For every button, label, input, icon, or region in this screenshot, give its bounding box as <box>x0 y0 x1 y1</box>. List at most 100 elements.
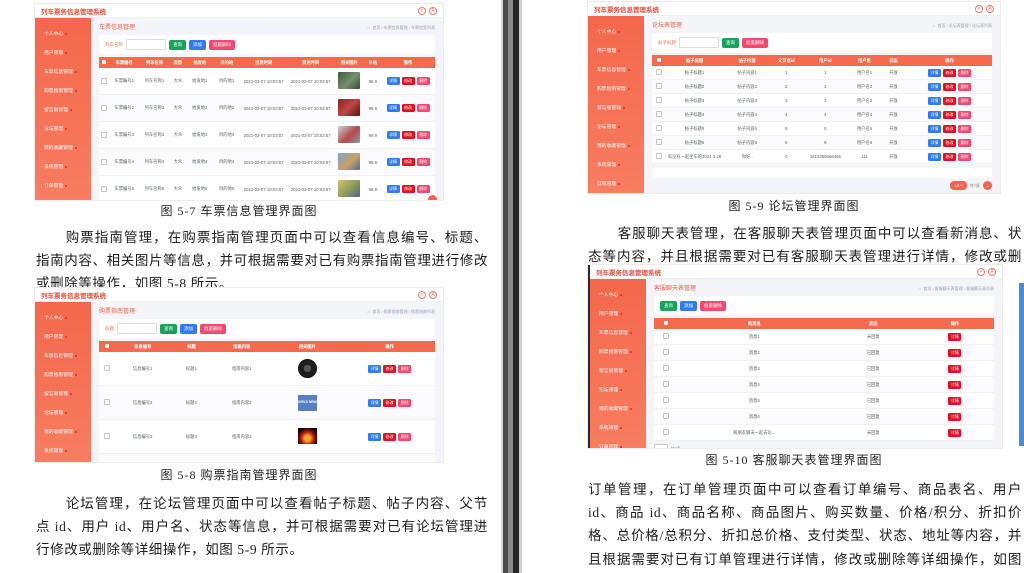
sidebar-item[interactable]: 留言板管理 <box>35 385 91 404</box>
sidebar-item[interactable]: 论坛管理 <box>590 381 646 400</box>
action-button[interactable]: 修改 <box>383 432 397 441</box>
action-button[interactable]: 详情 <box>948 428 962 437</box>
action-button[interactable]: 修改 <box>401 158 415 166</box>
search-input[interactable] <box>679 37 719 48</box>
sidebar-item[interactable]: 我的收藏管理 <box>588 137 644 156</box>
add-button[interactable]: 添加 <box>680 300 697 311</box>
user-icon[interactable]: A <box>986 4 994 13</box>
action-button[interactable]: 详情 <box>368 398 382 407</box>
row-checkbox[interactable] <box>101 158 108 165</box>
sidebar-item[interactable]: 购票指南管理 <box>35 82 91 101</box>
row-checkbox[interactable] <box>101 77 108 84</box>
sidebar-item[interactable]: 系统管理 <box>35 158 91 177</box>
action-button[interactable]: 删除 <box>957 68 971 77</box>
action-button[interactable]: 详情 <box>948 380 962 389</box>
action-button[interactable]: 详情 <box>927 82 941 91</box>
row-checkbox[interactable] <box>662 333 669 339</box>
sidebar-item[interactable]: 用户管理 <box>35 44 91 63</box>
action-button[interactable]: 详情 <box>927 124 941 133</box>
user-icon[interactable]: A <box>429 6 437 15</box>
action-button[interactable]: 详情 <box>386 77 400 85</box>
row-checkbox[interactable] <box>662 381 669 387</box>
action-button[interactable]: 删除 <box>398 364 412 373</box>
action-button[interactable]: 修改 <box>383 364 397 373</box>
select-all-checkbox[interactable] <box>663 321 668 325</box>
sidebar-item[interactable]: 订单管理 <box>588 175 644 193</box>
select-all-checkbox[interactable] <box>105 344 110 348</box>
sidebar-item[interactable]: 车票信息管理 <box>35 63 91 82</box>
sidebar-item[interactable]: 用户管理 <box>590 305 646 324</box>
action-button[interactable]: 修改 <box>401 185 415 193</box>
sidebar-item[interactable]: 系统管理 <box>590 419 646 438</box>
search-button[interactable]: 查询 <box>160 323 177 334</box>
action-button[interactable]: 删除 <box>398 432 412 441</box>
action-button[interactable]: 修改 <box>942 124 956 133</box>
action-button[interactable]: 修改 <box>383 398 397 407</box>
add-button[interactable]: 添加 <box>180 323 197 334</box>
row-checkbox[interactable] <box>101 185 108 192</box>
action-button[interactable]: 详情 <box>386 185 400 193</box>
sidebar-item[interactable]: 我的收藏管理 <box>35 139 91 158</box>
search-button[interactable]: 查询 <box>722 37 739 48</box>
batch-delete-button[interactable]: 批量删除 <box>700 300 726 311</box>
action-button[interactable]: 详情 <box>927 152 941 161</box>
row-checkbox[interactable] <box>655 69 662 75</box>
sidebar-item[interactable]: 个人中心 <box>590 286 646 305</box>
sidebar-item[interactable]: 车票信息管理 <box>588 61 644 80</box>
sidebar-item[interactable]: 我的收藏管理 <box>35 423 91 442</box>
row-checkbox[interactable] <box>655 139 662 145</box>
current-page[interactable]: 1 <box>983 181 992 190</box>
row-checkbox[interactable] <box>662 349 669 355</box>
row-checkbox[interactable] <box>104 433 111 439</box>
sidebar-item[interactable]: 留言板管理 <box>590 362 646 381</box>
action-button[interactable]: 删除 <box>957 124 971 133</box>
sidebar-item[interactable]: 车票信息管理 <box>590 324 646 343</box>
row-checkbox[interactable] <box>655 125 662 131</box>
action-button[interactable]: 修改 <box>942 110 956 119</box>
action-button[interactable]: 删除 <box>957 138 971 147</box>
action-button[interactable]: 修改 <box>401 104 415 112</box>
row-checkbox[interactable] <box>662 429 669 435</box>
batch-delete-button[interactable]: 批量删除 <box>200 323 226 334</box>
sidebar-item[interactable]: 我的收藏管理 <box>590 400 646 419</box>
action-button[interactable]: 修改 <box>942 82 956 91</box>
action-button[interactable]: 详情 <box>948 412 962 421</box>
action-button[interactable]: 删除 <box>416 77 430 85</box>
row-checkbox[interactable] <box>655 153 662 159</box>
action-button[interactable]: 修改 <box>942 68 956 77</box>
row-checkbox[interactable] <box>655 97 662 103</box>
batch-delete-button[interactable]: 批量删除 <box>209 39 235 50</box>
action-button[interactable]: 修改 <box>942 96 956 105</box>
sidebar-item[interactable]: 个人中心 <box>35 25 91 44</box>
search-button[interactable]: 查询 <box>660 300 677 311</box>
action-button[interactable]: 删除 <box>957 152 971 161</box>
action-button[interactable]: 详情 <box>948 332 962 341</box>
close-icon[interactable]: × <box>977 267 985 276</box>
action-button[interactable]: 删除 <box>416 131 430 139</box>
sidebar-item[interactable]: 个人中心 <box>588 23 644 42</box>
sidebar-item[interactable]: 购票指南管理 <box>588 80 644 99</box>
search-input[interactable] <box>126 39 166 50</box>
page-size-select[interactable]: 10 ▾ <box>950 181 967 190</box>
action-button[interactable]: 详情 <box>386 158 400 166</box>
action-button[interactable]: 详情 <box>927 138 941 147</box>
batch-delete-button[interactable]: 批量删除 <box>742 37 768 48</box>
action-button[interactable]: 详情 <box>386 131 400 139</box>
action-button[interactable]: 删除 <box>957 82 971 91</box>
sidebar-item[interactable]: 购票指南管理 <box>35 366 91 385</box>
sidebar-item[interactable]: 车票信息管理 <box>35 347 91 366</box>
row-checkbox[interactable] <box>104 365 111 371</box>
action-button[interactable]: 删除 <box>398 398 412 407</box>
action-button[interactable]: 删除 <box>957 96 971 105</box>
action-button[interactable]: 详情 <box>368 364 382 373</box>
action-button[interactable]: 详情 <box>948 364 962 373</box>
action-button[interactable]: 详情 <box>948 348 962 357</box>
search-button[interactable]: 查询 <box>169 39 186 50</box>
row-checkbox[interactable] <box>104 399 111 405</box>
page-size-select[interactable]: 10 ▾ <box>654 444 668 448</box>
user-icon[interactable]: A <box>988 267 996 276</box>
select-all-checkbox[interactable] <box>102 60 107 64</box>
action-button[interactable]: 详情 <box>368 432 382 441</box>
sidebar-item[interactable]: 论坛管理 <box>588 118 644 137</box>
sidebar-item[interactable]: 订单管理 <box>35 461 91 462</box>
